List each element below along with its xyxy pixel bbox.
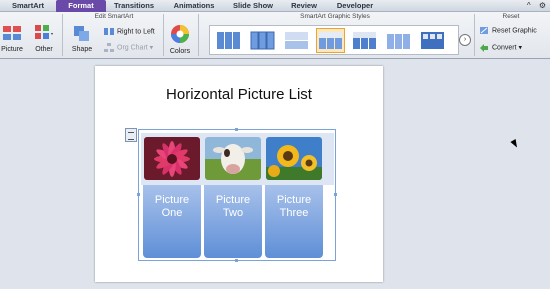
right-to-left-button[interactable]: Right to Left [104,27,155,37]
resize-handle[interactable] [137,193,140,196]
picture-label: Picture [1,46,23,53]
list-item-label-line: Picture [276,194,312,206]
org-chart-icon [104,43,114,52]
shape-label: Shape [71,46,93,53]
ribbon-separator [474,14,475,56]
list-item-label-line: Picture [215,194,251,206]
list-item-label[interactable]: Picture Two [204,194,262,220]
list-item-label-line: One [161,207,183,219]
colors-label: Colors [169,48,191,55]
style-thumb[interactable] [384,28,413,53]
reset-group-title: Reset [502,13,520,20]
ribbon-tab-bar: SmartArt Format Transitions Animations S… [0,0,550,12]
reset-graphic-button[interactable]: Reset Graphic [479,26,537,36]
style-thumb[interactable] [418,28,447,53]
tab-review[interactable]: Review [284,0,324,12]
list-item-label-line: Three [279,207,309,219]
picture-pink-flower[interactable] [144,137,200,180]
ribbon-separator [198,14,199,56]
slide[interactable]: Horizontal Picture List Picture One Pict… [95,66,383,282]
style-thumb[interactable] [214,28,243,53]
resize-handle[interactable] [235,128,238,131]
other-label: Other [35,46,53,53]
style-thumb[interactable] [248,28,277,53]
tab-transitions[interactable]: Transitions [108,0,160,12]
list-item-label-line: Two [222,207,244,219]
convert-button[interactable]: Convert ▾ [479,43,522,53]
pink-flower-image [144,137,200,180]
gallery-next-icon[interactable]: › [459,34,471,46]
graphic-styles-group-title: SmartArt Graphic Styles [300,13,370,20]
style-thumb[interactable] [350,28,379,53]
tab-slide-show[interactable]: Slide Show [228,0,278,12]
slide-title[interactable]: Horizontal Picture List [95,86,383,103]
list-item-label[interactable]: Picture One [143,194,201,220]
convert-icon [480,44,488,52]
text-pane-toggle-icon[interactable] [125,128,137,142]
collapse-ribbon-icon[interactable]: ^ [527,1,531,10]
shape-icon [74,26,89,41]
other-layouts-button[interactable]: Other [30,24,58,53]
color-wheel-icon [171,25,189,43]
convert-label: Convert [492,44,517,52]
list-item[interactable]: Picture Two [204,185,262,258]
org-chart-button: Org Chart ▾ [104,43,153,53]
reset-graphic-icon [480,27,488,34]
graphic-styles-gallery [209,25,459,55]
style-preview-icon [217,32,240,49]
other-layouts-icon [35,25,53,39]
smartart-graphic[interactable]: Picture One Picture Two Picture Three [141,133,334,258]
sunflowers-image [266,137,322,180]
style-preview-icon [421,32,444,49]
tab-developer[interactable]: Developer [330,0,380,12]
ribbon-separator [163,14,164,56]
style-preview-icon [250,31,275,50]
list-item[interactable]: Picture One [143,185,201,258]
org-chart-label: Org Chart [117,44,148,52]
ribbon: Picture Other Edit SmartArt Shape Right … [0,12,550,59]
reset-graphic-label: Reset Graphic [492,27,537,35]
style-thumb-selected[interactable] [316,28,345,53]
ribbon-separator [62,14,63,56]
style-preview-icon [387,34,410,49]
list-item-label[interactable]: Picture Three [265,194,323,220]
list-item-label-line: Picture [154,194,190,206]
shape-button[interactable]: Shape [68,24,96,53]
right-to-left-icon [104,28,114,35]
chevron-down-icon: ▾ [516,44,522,52]
picture-sunflowers[interactable] [266,137,322,180]
colors-button[interactable]: Colors [166,24,194,55]
right-to-left-label: Right to Left [117,28,155,36]
picture-layout-icon [3,26,21,40]
gear-icon[interactable]: ⚙ [539,1,546,10]
tab-smartart[interactable]: SmartArt [4,0,52,12]
tab-animations[interactable]: Animations [166,0,222,12]
style-thumb[interactable] [282,28,311,53]
edit-smartart-group-title: Edit SmartArt [94,13,134,20]
cow-image [205,137,261,180]
resize-handle[interactable] [334,193,337,196]
tab-format[interactable]: Format [56,0,106,12]
resize-handle[interactable] [235,259,238,262]
style-preview-icon [353,32,376,49]
picture-cow[interactable] [205,137,261,180]
style-preview-icon [319,32,342,49]
style-preview-icon [285,32,308,49]
insert-picture-button[interactable]: Picture [0,24,24,53]
list-item[interactable]: Picture Three [265,185,323,258]
chevron-down-icon: ▾ [147,44,154,52]
